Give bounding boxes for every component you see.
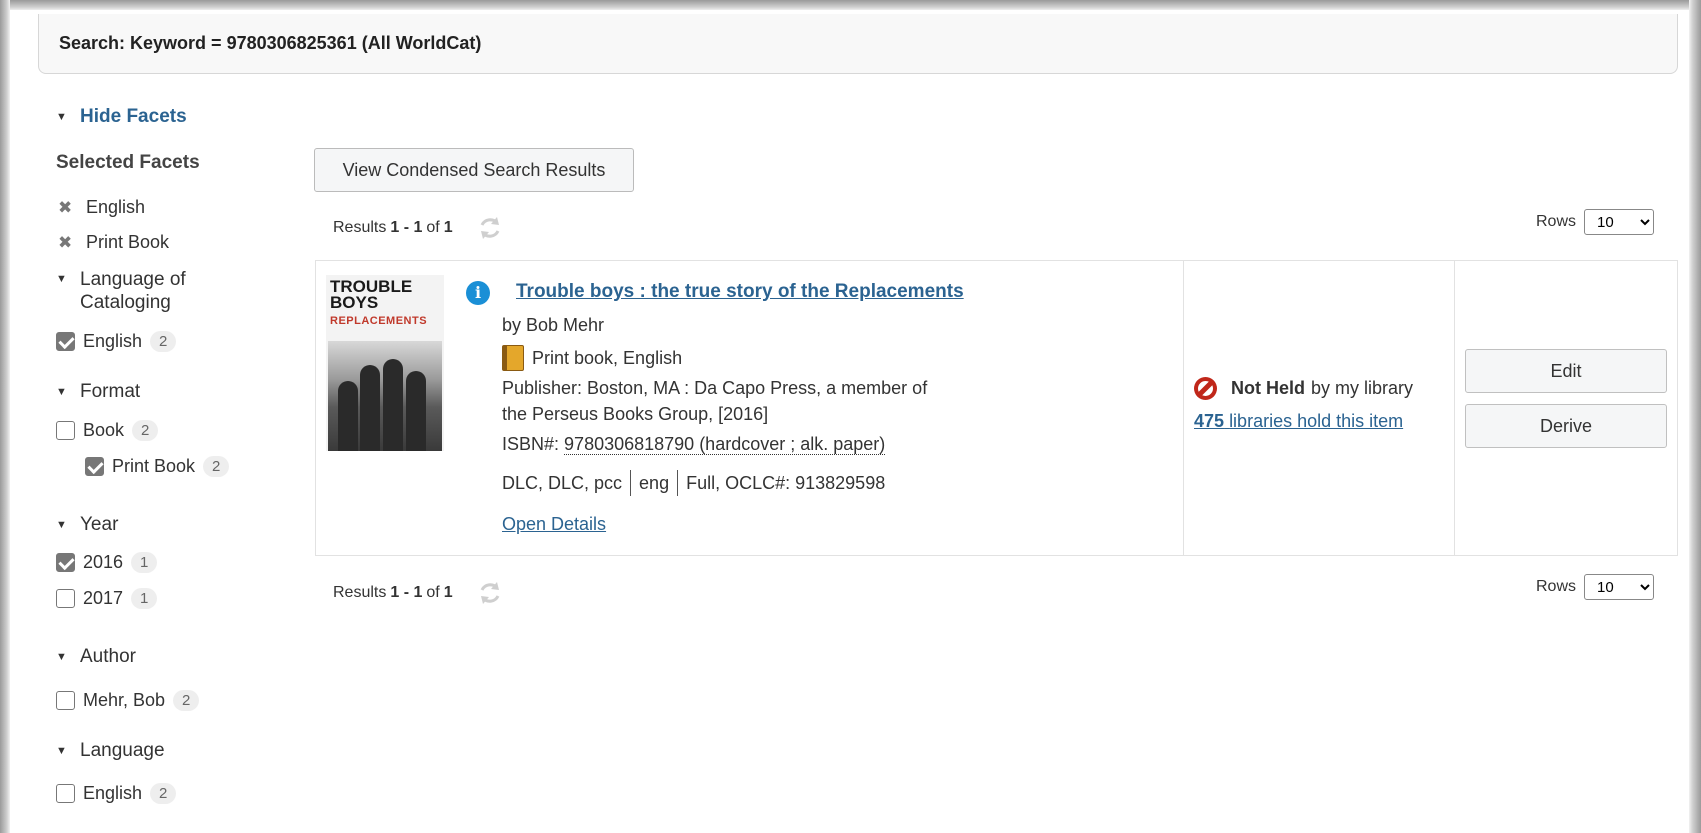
remove-icon[interactable]: ✖ [58, 198, 86, 218]
facet-count-badge: 2 [150, 331, 177, 352]
selected-facet-english[interactable]: ✖ English [58, 197, 145, 218]
view-condensed-results-button[interactable]: View Condensed Search Results [314, 148, 634, 192]
facet-count-badge: 2 [150, 783, 177, 804]
info-icon[interactable]: i [466, 281, 490, 305]
facet-heading-language[interactable]: ▼ Language [56, 740, 165, 762]
selected-facets-heading: Selected Facets [56, 152, 200, 173]
rows-per-page-bottom: Rows 10 [1536, 574, 1654, 600]
facet-heading-author[interactable]: ▼ Author [56, 646, 136, 668]
checkbox-unchecked[interactable] [56, 589, 75, 608]
facet-count-badge: 2 [173, 690, 200, 711]
checkbox-checked[interactable] [56, 553, 75, 572]
checkbox-unchecked[interactable] [56, 691, 75, 710]
record-title-link[interactable]: Trouble boys : the true story of the Rep… [516, 281, 964, 303]
checkbox-checked[interactable] [85, 457, 104, 476]
results-count-top: Results 1 - 1 of 1 [333, 215, 503, 241]
facet-heading-cataloging-language[interactable]: ▼ Language of Cataloging [56, 268, 230, 314]
checkbox-unchecked[interactable] [56, 784, 75, 803]
window-frame-right [1689, 0, 1701, 833]
record-format: Print book, English [502, 345, 682, 371]
facet-count-badge: 1 [131, 552, 158, 573]
selected-facet-print-book[interactable]: ✖ Print Book [58, 232, 169, 253]
refresh-icon[interactable] [477, 580, 503, 606]
remove-icon[interactable]: ✖ [58, 233, 86, 253]
record-author: by Bob Mehr [502, 315, 605, 335]
edit-button[interactable]: Edit [1465, 349, 1667, 393]
column-divider [1454, 261, 1455, 555]
rows-per-page-top: Rows 10 [1536, 209, 1654, 235]
checkbox-checked[interactable] [56, 332, 75, 351]
facet-item-mehr-bob[interactable]: Mehr, Bob 2 [56, 690, 200, 711]
caret-down-icon: ▼ [56, 745, 67, 757]
facet-heading-year[interactable]: ▼ Year [56, 514, 118, 536]
facet-count-badge: 1 [131, 588, 158, 609]
checkbox-unchecked[interactable] [56, 421, 75, 440]
book-cover-image[interactable]: TROUBLE BOYS REPLACEMENTS [326, 275, 444, 451]
caret-down-icon: ▼ [56, 111, 67, 123]
caret-down-icon: ▼ [56, 651, 67, 663]
derive-button[interactable]: Derive [1465, 404, 1667, 448]
column-divider [1183, 261, 1184, 555]
rows-select-bottom[interactable]: 10 [1584, 574, 1654, 600]
facet-item-2016[interactable]: 2016 1 [56, 552, 158, 573]
record-meta: DLC, DLC, pcc eng Full, OCLC#: 913829598 [502, 470, 885, 496]
holding-status: Not Held by my library [1194, 377, 1413, 400]
record-isbn: ISBN#: 9780306818790 (hardcover ; alk. p… [502, 434, 886, 455]
results-count-bottom: Results 1 - 1 of 1 [333, 580, 503, 606]
facet-count-badge: 2 [132, 420, 159, 441]
open-details-link[interactable]: Open Details [502, 514, 606, 535]
facet-count-badge: 2 [203, 456, 230, 477]
facet-item-2017[interactable]: 2017 1 [56, 588, 158, 609]
refresh-icon[interactable] [477, 215, 503, 241]
rows-select-top[interactable]: 10 [1584, 209, 1654, 235]
caret-down-icon: ▼ [56, 273, 67, 285]
result-record: TROUBLE BOYS REPLACEMENTS i Trouble boys… [315, 260, 1678, 556]
facet-heading-format[interactable]: ▼ Format [56, 381, 140, 403]
facet-item-language-english[interactable]: English 2 [56, 783, 177, 804]
book-icon [502, 345, 524, 371]
facet-item-print-book[interactable]: Print Book 2 [85, 456, 230, 477]
caret-down-icon: ▼ [56, 386, 67, 398]
not-held-icon [1194, 377, 1217, 400]
libraries-holding-link[interactable]: 475 libraries hold this item [1194, 411, 1403, 432]
facet-item-book[interactable]: Book 2 [56, 420, 159, 441]
window-frame-left [0, 0, 10, 833]
hide-facets-toggle[interactable]: ▼ Hide Facets [56, 106, 187, 128]
facet-item-cataloging-english[interactable]: English 2 [56, 331, 177, 352]
facets-sidebar: ▼ Hide Facets Selected Facets ✖ English … [56, 0, 296, 833]
record-publisher: Publisher: Boston, MA : Da Capo Press, a… [502, 378, 928, 424]
caret-down-icon: ▼ [56, 519, 67, 531]
